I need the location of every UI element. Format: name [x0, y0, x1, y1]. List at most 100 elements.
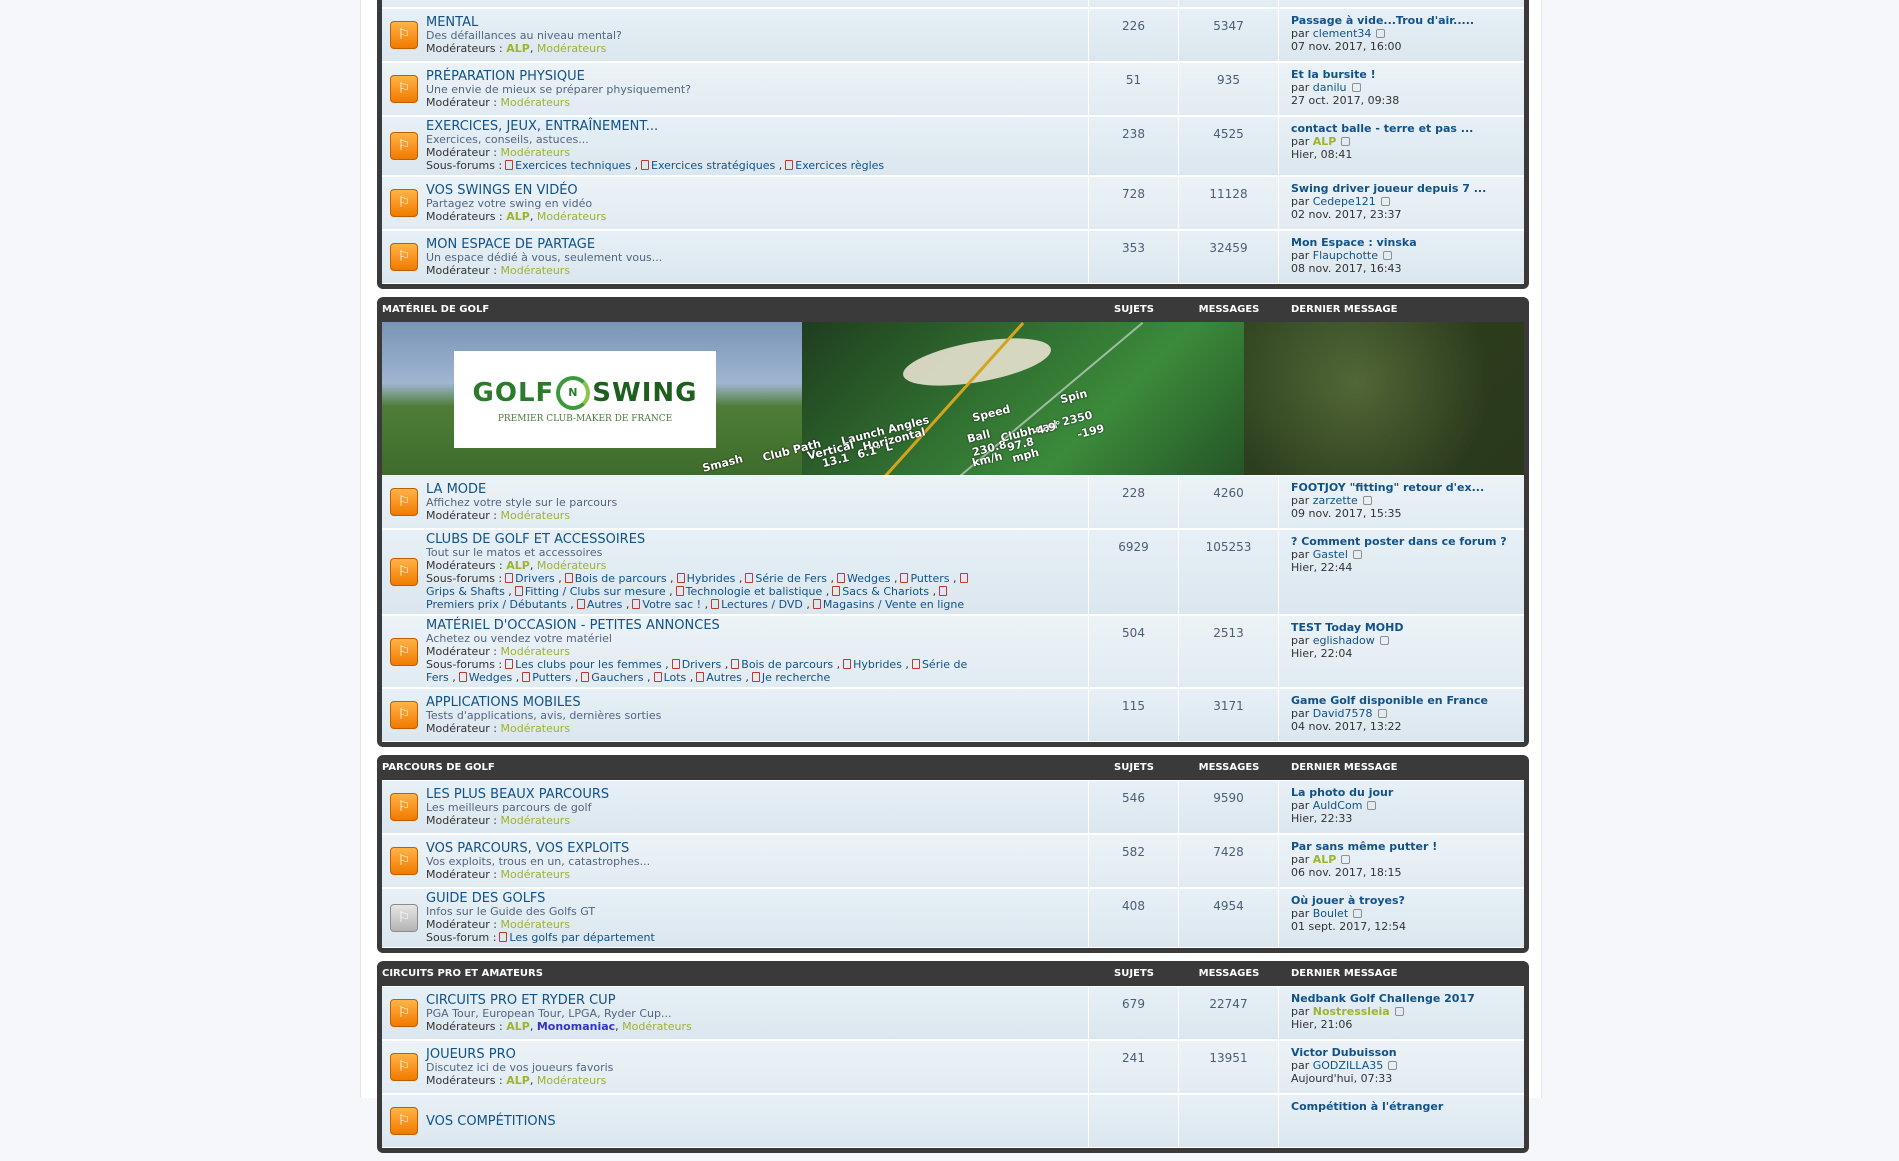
forum-title-link[interactable]: MON ESPACE DE PARTAGE — [426, 237, 595, 252]
forum-unread-icon[interactable]: ⚐ — [390, 1107, 418, 1135]
subforum-link[interactable]: Je recherche — [762, 671, 830, 684]
subforum-link[interactable]: Votre sac ! — [642, 598, 701, 611]
subforum-link[interactable]: Exercices stratégiques — [651, 159, 775, 172]
forum-title-link[interactable]: CLUBS DE GOLF ET ACCESSOIRES — [426, 532, 645, 547]
forum-title-link[interactable]: MATÉRIEL D'OCCASION - PETITES ANNONCES — [426, 618, 720, 633]
last-post-author-link[interactable]: clement34 — [1313, 27, 1372, 40]
forum-unread-icon[interactable]: ⚐ — [390, 847, 418, 875]
moderator-link[interactable]: Monomaniac — [537, 1020, 615, 1033]
forum-title-link[interactable]: VOS SWINGS EN VIDÉO — [426, 183, 578, 198]
subforum-link[interactable]: Premiers prix / Débutants — [426, 598, 567, 611]
forum-title-link[interactable]: LA MODE — [426, 482, 486, 497]
last-post-author-link[interactable]: AuldCom — [1313, 799, 1363, 812]
view-latest-post-icon[interactable] — [1353, 909, 1363, 918]
subforum-link[interactable]: Les golfs par département — [509, 931, 654, 944]
last-post-title-link[interactable]: Passage à vide...Trou d'air..... — [1291, 14, 1524, 27]
moderator-link[interactable]: ALP — [506, 1074, 530, 1087]
forum-unread-icon[interactable]: ⚐ — [390, 558, 418, 586]
subforum-link[interactable]: Wedges — [847, 572, 890, 585]
subforum-link[interactable]: Sacs & Chariots — [842, 585, 929, 598]
view-latest-post-icon[interactable] — [1382, 251, 1392, 260]
forum-unread-icon[interactable]: ⚐ — [390, 637, 418, 666]
last-post-title-link[interactable]: Victor Dubuisson — [1291, 1046, 1524, 1059]
subforum-link[interactable]: Autres — [587, 598, 623, 611]
moderator-link[interactable]: ALP — [506, 559, 530, 572]
subforum-link[interactable]: Putters — [532, 671, 571, 684]
forum-unread-icon[interactable]: ⚐ — [390, 75, 418, 103]
last-post-author-link[interactable]: Nostressleia — [1313, 1005, 1390, 1018]
subforum-link[interactable]: Bois de parcours — [575, 572, 667, 585]
moderator-link[interactable]: Modérateurs — [501, 722, 571, 735]
last-post-title-link[interactable]: FOOTJOY "fitting" retour d'ex... — [1291, 481, 1524, 494]
view-latest-post-icon[interactable] — [1377, 709, 1387, 718]
subforum-link[interactable]: Exercices techniques — [515, 159, 631, 172]
last-post-author-link[interactable]: danilu — [1313, 81, 1347, 94]
moderator-link[interactable]: Modérateurs — [501, 918, 571, 931]
forum-unread-icon[interactable]: ⚐ — [390, 999, 418, 1027]
category-title[interactable]: CIRCUITS PRO ET AMATEURS — [382, 968, 1089, 979]
last-post-author-link[interactable]: David7578 — [1313, 707, 1373, 720]
last-post-author-link[interactable]: Flaupchotte — [1313, 249, 1378, 262]
last-post-author-link[interactable]: zarzette — [1313, 494, 1358, 507]
forum-unread-icon[interactable]: ⚐ — [390, 793, 418, 821]
moderator-link[interactable]: ALP — [506, 1020, 530, 1033]
sponsor-banner[interactable]: GOLF N SWING PREMIER CLUB-MAKER DE FRANCE Sm… — [382, 322, 1524, 475]
subforum-link[interactable]: Autres — [706, 671, 742, 684]
subforum-link[interactable]: Les clubs pour les femmes — [515, 658, 662, 671]
last-post-author-link[interactable]: GODZILLA35 — [1313, 1059, 1383, 1072]
category-title[interactable]: MATÉRIEL DE GOLF — [382, 304, 1089, 315]
forum-unread-icon[interactable]: ⚐ — [390, 488, 418, 516]
subforum-link[interactable]: Gauchers — [591, 671, 643, 684]
view-latest-post-icon[interactable] — [1380, 197, 1390, 206]
view-latest-post-icon[interactable] — [1351, 83, 1361, 92]
last-post-title-link[interactable]: Compétition à l'étranger — [1291, 1100, 1524, 1113]
category-title[interactable]: PARCOURS DE GOLF — [382, 762, 1089, 773]
forum-title-link[interactable]: APPLICATIONS MOBILES — [426, 695, 581, 710]
subforum-link[interactable]: Hybrides — [853, 658, 902, 671]
last-post-title-link[interactable]: Où jouer à troyes? — [1291, 894, 1524, 907]
view-latest-post-icon[interactable] — [1341, 137, 1351, 146]
last-post-title-link[interactable]: ? Comment poster dans ce forum ? — [1291, 535, 1524, 548]
view-latest-post-icon[interactable] — [1362, 496, 1372, 505]
forum-read-icon[interactable]: ⚐ — [390, 904, 418, 932]
moderator-link[interactable]: Modérateurs — [501, 146, 571, 159]
forum-unread-icon[interactable]: ⚐ — [390, 132, 418, 160]
last-post-title-link[interactable]: Et la bursite ! — [1291, 68, 1524, 81]
subforum-link[interactable]: Lectures / DVD — [721, 598, 803, 611]
last-post-title-link[interactable]: Mon Espace : vinska — [1291, 236, 1524, 249]
moderator-link[interactable]: Modérateurs — [501, 509, 571, 522]
forum-unread-icon[interactable]: ⚐ — [390, 701, 418, 729]
subforum-link[interactable]: Putters — [910, 572, 949, 585]
last-post-title-link[interactable]: contact balle - terre et pas ... — [1291, 122, 1524, 135]
subforum-link[interactable]: Technologie et balistique — [686, 585, 823, 598]
moderator-link[interactable]: ALP — [506, 42, 530, 55]
forum-title-link[interactable]: PRÉPARATION PHYSIQUE — [426, 69, 585, 84]
view-latest-post-icon[interactable] — [1388, 1061, 1398, 1070]
last-post-title-link[interactable]: Nedbank Golf Challenge 2017 — [1291, 992, 1524, 1005]
moderator-link[interactable]: Modérateurs — [537, 210, 607, 223]
last-post-author-link[interactable]: Boulet — [1313, 907, 1348, 920]
last-post-title-link[interactable]: Game Golf disponible en France — [1291, 694, 1524, 707]
subforum-link[interactable]: Drivers — [682, 658, 722, 671]
subforum-link[interactable]: Magasins / Vente en ligne — [823, 598, 964, 611]
forum-title-link[interactable]: EXERCICES, JEUX, ENTRAÎNEMENT... — [426, 119, 658, 134]
subforum-link[interactable]: Hybrides — [687, 572, 736, 585]
view-latest-post-icon[interactable] — [1367, 801, 1377, 810]
last-post-title-link[interactable]: La photo du jour — [1291, 786, 1524, 799]
forum-title-link[interactable]: MENTAL — [426, 15, 478, 30]
forum-unread-icon[interactable]: ⚐ — [390, 21, 418, 49]
last-post-author-link[interactable]: Gastel — [1313, 548, 1348, 561]
subforum-link[interactable]: Série de Fers — [755, 572, 827, 585]
moderator-link[interactable]: Modérateurs — [537, 559, 607, 572]
subforum-link[interactable]: Wedges — [469, 671, 512, 684]
moderator-link[interactable]: Modérateurs — [537, 1074, 607, 1087]
moderator-link[interactable]: Modérateurs — [501, 264, 571, 277]
forum-unread-icon[interactable]: ⚐ — [390, 1053, 418, 1081]
last-post-author-link[interactable]: eglishadow — [1313, 634, 1375, 647]
subforum-link[interactable]: Fitting / Clubs sur mesure — [525, 585, 666, 598]
forum-title-link[interactable]: GUIDE DES GOLFS — [426, 891, 545, 906]
subforum-link[interactable]: Exercices règles — [795, 159, 884, 172]
view-latest-post-icon[interactable] — [1394, 1007, 1404, 1016]
forum-title-link[interactable]: LES PLUS BEAUX PARCOURS — [426, 787, 609, 802]
last-post-title-link[interactable]: Swing driver joueur depuis 7 ... — [1291, 182, 1524, 195]
